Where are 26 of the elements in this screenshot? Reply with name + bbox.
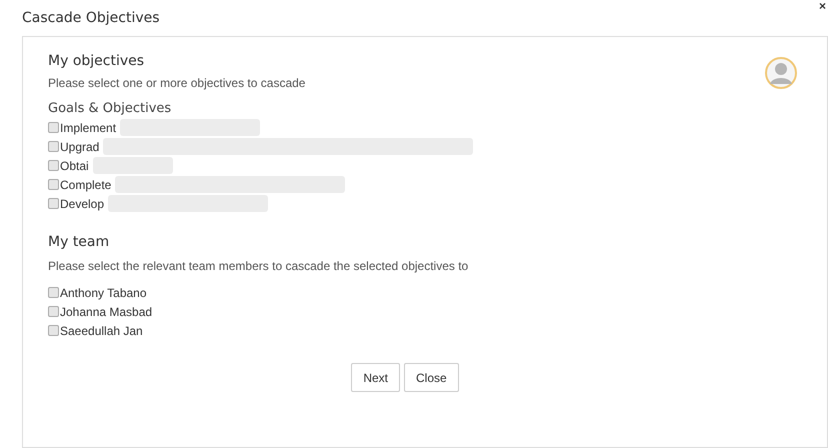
- avatar-icon: [765, 57, 797, 89]
- instruction-text: Please select one or more objectives to cascade: [48, 75, 306, 91]
- checkbox[interactable]: [48, 179, 59, 190]
- section-heading: My objectives: [48, 52, 146, 71]
- next-button[interactable]: Next: [351, 363, 400, 392]
- checkbox-label: Anthony Tabano: [60, 284, 147, 302]
- checkbox[interactable]: [48, 122, 59, 133]
- checkbox[interactable]: [48, 160, 59, 171]
- close-button[interactable]: Close: [404, 363, 459, 392]
- instruction-text: Please select the relevant team members to cascade the selected objectives to: [48, 258, 470, 274]
- checkbox-label: Saeedullah Jan: [60, 322, 143, 340]
- checkbox[interactable]: [48, 287, 59, 298]
- checkbox[interactable]: [48, 141, 59, 152]
- checkbox[interactable]: [48, 198, 59, 209]
- close-button[interactable]: ×: [818, 0, 826, 12]
- checkbox-label: Johanna Masbad: [60, 304, 152, 320]
- checkbox-label: Develop: [60, 196, 104, 212]
- group-heading: Goals & Objectives: [48, 100, 172, 118]
- checkbox[interactable]: [48, 325, 59, 336]
- checkbox-label: Complete: [60, 176, 112, 194]
- checkbox-label: Upgrad: [60, 138, 100, 156]
- dialog-title: Cascade Objectives: [22, 8, 160, 28]
- checkbox[interactable]: [48, 306, 59, 317]
- checkbox-label: Obtai: [60, 158, 89, 174]
- section-heading: My team: [48, 233, 110, 252]
- checkbox-label: Implement: [60, 120, 116, 136]
